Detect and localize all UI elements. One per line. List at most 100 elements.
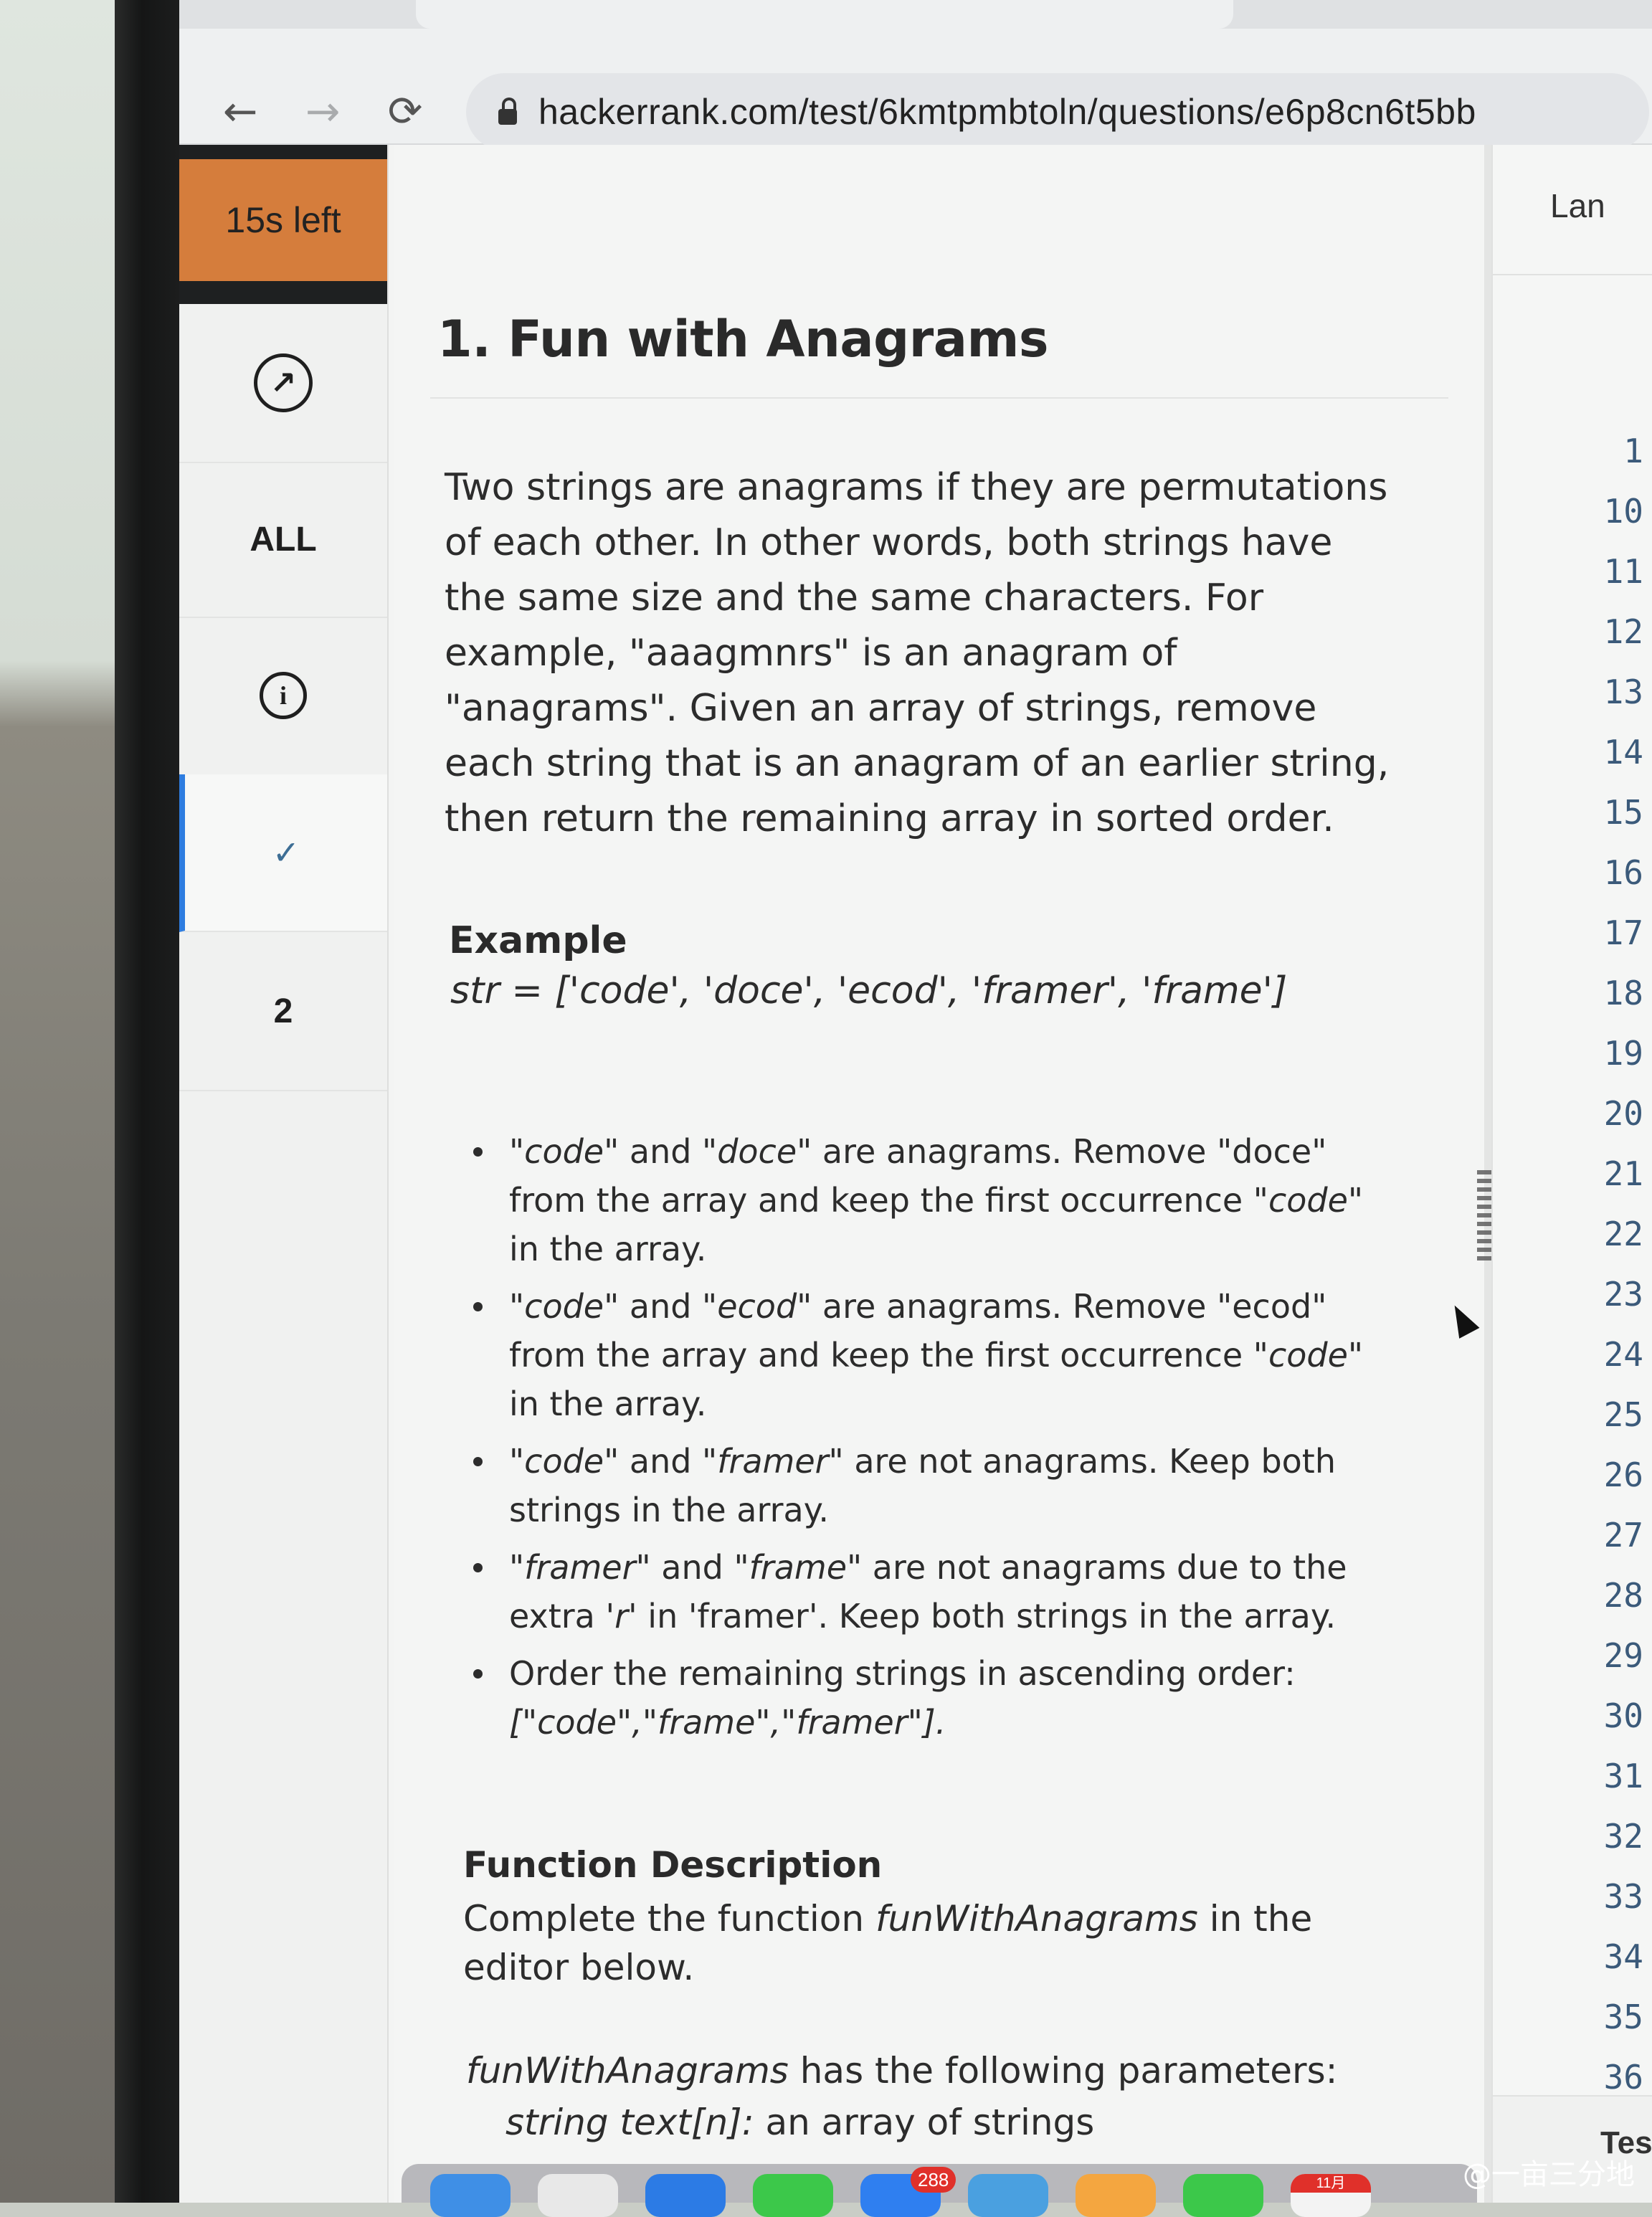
text-segment: has the following parameters: [788, 2050, 1338, 2092]
example-explanation-list: "code" and "doce" are anagrams. Remove "… [466, 1127, 1398, 1755]
list-item-text: " and " [604, 1132, 718, 1171]
list-item-text: " and " [635, 1548, 749, 1587]
example-input: str = ['code', 'doce', 'ecod', 'framer',… [450, 969, 1288, 1012]
tab-strip [179, 0, 1652, 29]
list-item-emphasis: framer [717, 1442, 829, 1481]
line-number: 13 [1603, 673, 1643, 711]
line-number: 32 [1603, 1817, 1643, 1856]
line-number: 29 [1603, 1636, 1643, 1675]
line-number: 21 [1603, 1154, 1643, 1193]
list-item: Order the remaining strings in ascending… [466, 1649, 1398, 1747]
watermark-text: @一亩三分地 [1463, 2158, 1635, 2191]
function-description-text: Complete the function funWithAnagrams in… [463, 1894, 1395, 1992]
question-title: 1. Fun with Anagrams [437, 310, 1049, 369]
facetime-icon[interactable] [1183, 2174, 1263, 2217]
list-item-text: in 'framer'. Keep both strings in the ar… [637, 1597, 1337, 1636]
reload-icon[interactable]: ⟳ [380, 86, 430, 136]
list-item-emphasis: ["code","frame","framer"]. [509, 1703, 946, 1742]
list-item-emphasis: ecod [717, 1287, 797, 1326]
list-item-text: Order the remaining strings in ascending… [509, 1654, 1296, 1693]
sidebar-item-question-1[interactable]: ✓ [179, 774, 387, 932]
hackerrank-test-page: 15s left ↗ ALL i ✓ 2 1. Fun with Anagram… [179, 145, 1652, 2203]
url-text[interactable]: hackerrank.com/test/6kmtpmbtoln/question… [538, 91, 1476, 133]
list-item-emphasis: "code" [1253, 1336, 1364, 1375]
check-icon: ✓ [272, 833, 300, 872]
address-bar[interactable]: hackerrank.com/test/6kmtpmbtoln/question… [466, 73, 1649, 151]
messages-icon[interactable] [753, 2174, 833, 2217]
calendar-icon[interactable]: 11月 [1291, 2174, 1371, 2217]
editor-header: Lan [1493, 145, 1652, 275]
time-left-badge: 15s left [179, 159, 387, 281]
list-item-emphasis: code [524, 1132, 604, 1171]
line-number: 20 [1603, 1094, 1643, 1133]
line-number: 22 [1603, 1215, 1643, 1253]
function-name: funWithAnagrams [875, 1898, 1198, 1940]
sidebar-item-navigate[interactable]: ↗ [179, 304, 387, 463]
code-editor[interactable]: Lan 1 10 11 12 13 14 15 16 17 18 19 20 21 22 23 24 25 26 2… [1491, 145, 1652, 2203]
example-heading: Example [449, 919, 627, 962]
photos-icon[interactable] [1076, 2174, 1156, 2217]
line-number: 35 [1603, 1998, 1643, 2036]
launchpad-icon[interactable] [538, 2174, 618, 2217]
line-number: 17 [1603, 913, 1643, 952]
calendar-month: 11月 [1291, 2174, 1371, 2193]
browser-toolbar: ← → ⟳ hackerrank.com/test/6kmtpmbtoln/qu… [179, 29, 1652, 151]
line-number: 18 [1603, 974, 1643, 1012]
info-icon: i [260, 672, 307, 719]
function-name: funWithAnagrams [466, 2050, 789, 2092]
forward-arrow-icon[interactable]: → [298, 86, 348, 136]
line-number: 23 [1603, 1275, 1643, 1314]
back-arrow-icon[interactable]: ← [215, 86, 265, 136]
finder-icon[interactable] [430, 2174, 511, 2217]
sidebar-item-all[interactable]: ALL [179, 462, 387, 618]
list-item-emphasis: frame [749, 1548, 848, 1587]
list-item-emphasis: 'r' [605, 1597, 637, 1636]
line-number: 26 [1603, 1456, 1643, 1494]
line-number: 27 [1603, 1516, 1643, 1554]
list-item-emphasis: doce [717, 1132, 797, 1171]
parameter-name: string text[n]: [505, 2102, 754, 2143]
line-number: 15 [1603, 793, 1643, 832]
list-item: "code" and "ecod" are anagrams. Remove "… [466, 1282, 1398, 1428]
line-number: 1 [1623, 432, 1643, 470]
list-item-text: " [509, 1548, 525, 1587]
list-item-text: in the array. [509, 1230, 707, 1268]
list-item: "code" and "framer" are not anagrams. Ke… [466, 1437, 1398, 1534]
function-description-heading: Function Description [463, 1844, 883, 1886]
line-number: 10 [1603, 492, 1643, 531]
sidebar-item-info[interactable]: i [179, 617, 387, 776]
language-selector[interactable]: Lan [1550, 186, 1605, 225]
parameters-section: funWithAnagrams has the following parame… [466, 2045, 1398, 2148]
sidebar-item-question-2[interactable]: 2 [179, 932, 387, 1091]
question-sidebar: 15s left ↗ ALL i ✓ 2 [179, 145, 389, 2203]
line-number: 28 [1603, 1576, 1643, 1615]
compass-icon: ↗ [254, 353, 313, 412]
text-segment: Complete the function [463, 1898, 875, 1940]
active-tab[interactable] [416, 0, 1233, 29]
lock-icon [498, 98, 517, 125]
sidebar-item-label: 2 [273, 992, 293, 1030]
line-number: 30 [1603, 1696, 1643, 1735]
parameter-description: an array of strings [754, 2102, 1095, 2143]
list-item-emphasis: "code" [1253, 1181, 1364, 1220]
safari-icon[interactable] [645, 2174, 726, 2217]
line-number: 33 [1603, 1877, 1643, 1916]
list-item-emphasis: "code" [509, 1442, 620, 1481]
question-panel: 1. Fun with Anagrams Two strings are ana… [394, 145, 1484, 2203]
line-number: 36 [1603, 2058, 1643, 2097]
list-item: "code" and "doce" are anagrams. Remove "… [466, 1127, 1398, 1273]
line-number: 14 [1603, 733, 1643, 772]
line-number: 31 [1603, 1757, 1643, 1795]
list-item-text: and " [619, 1287, 718, 1326]
list-item-emphasis: "code" [509, 1287, 620, 1326]
maps-icon[interactable] [968, 2174, 1048, 2217]
line-number: 34 [1603, 1937, 1643, 1976]
line-number: 16 [1603, 853, 1643, 892]
parameter-item: string text[n]: an array of strings [466, 2097, 1398, 2148]
list-item-text: and " [619, 1442, 718, 1481]
list-item-text: in the array. [509, 1385, 707, 1423]
monitor-bezel [115, 0, 183, 2203]
timer-bar: 15s left [179, 145, 387, 304]
line-number: 12 [1603, 612, 1643, 651]
question-description: Two strings are anagrams if they are per… [445, 466, 1390, 840]
